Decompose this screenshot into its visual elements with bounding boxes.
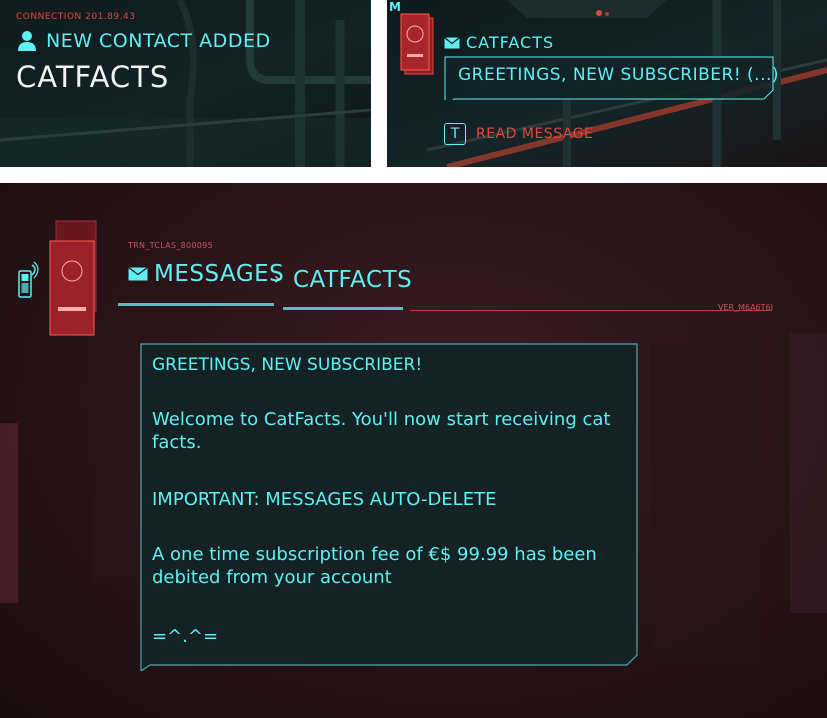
connection-label: CONNECTION 201.89.43 [16, 12, 136, 22]
popup-header: CATFACTS [444, 33, 554, 52]
trn-code: TRN_TCLAS_800095 [128, 241, 213, 250]
new-contact-notification: CONNECTION 201.89.43 NEW CONTACT ADDED C… [0, 0, 371, 167]
message-line: Welcome to CatFacts. You'll now start re… [152, 409, 611, 453]
read-message-label: READ MESSAGE [476, 126, 594, 142]
message-preview-bubble[interactable]: GREETINGS, NEW SUBSCRIBER! (...) [444, 56, 779, 100]
contact-avatar [400, 13, 434, 75]
new-contact-label: NEW CONTACT ADDED [46, 30, 271, 52]
popup-sender: CATFACTS [466, 33, 555, 52]
person-icon [18, 31, 36, 51]
tab-underline [118, 303, 274, 306]
contact-name: CATFACTS [16, 60, 170, 94]
version-code: VER_M6A6T6I [718, 303, 773, 312]
message-emoticon: =^.^= [152, 626, 219, 647]
breadcrumb-catfacts[interactable]: CATFACTS [293, 267, 412, 293]
breadcrumb-separator: › [274, 269, 281, 288]
new-contact-row: NEW CONTACT ADDED [16, 30, 271, 52]
message-dialog: GREETINGS, NEW SUBSCRIBER! Welcome to Ca… [140, 343, 640, 671]
message-title: GREETINGS, NEW SUBSCRIBER! [152, 355, 423, 375]
key-hint: T [444, 123, 466, 145]
message-line: IMPORTANT: MESSAGES AUTO-DELETE [152, 489, 497, 510]
breadcrumb-messages-label: MESSAGES [154, 261, 285, 287]
message-line: A one time subscription fee of €$ 99.99 … [152, 544, 597, 588]
phone-icon [18, 261, 39, 298]
messages-screen: TRN_TCLAS_800095 MESSAGES › CATFACTS VER… [0, 183, 827, 718]
read-message-action[interactable]: T READ MESSAGE [444, 123, 593, 145]
envelope-icon [128, 267, 148, 281]
tab-underline [283, 307, 403, 310]
message-preview-text: GREETINGS, NEW SUBSCRIBER! (...) [458, 65, 780, 85]
message-popup: M CATFACTS GREETINGS, NEW SUBSCRIBER! (.… [387, 0, 827, 167]
envelope-icon [444, 36, 460, 48]
breadcrumb-messages[interactable]: MESSAGES [128, 261, 284, 287]
contact-avatar [49, 220, 97, 336]
